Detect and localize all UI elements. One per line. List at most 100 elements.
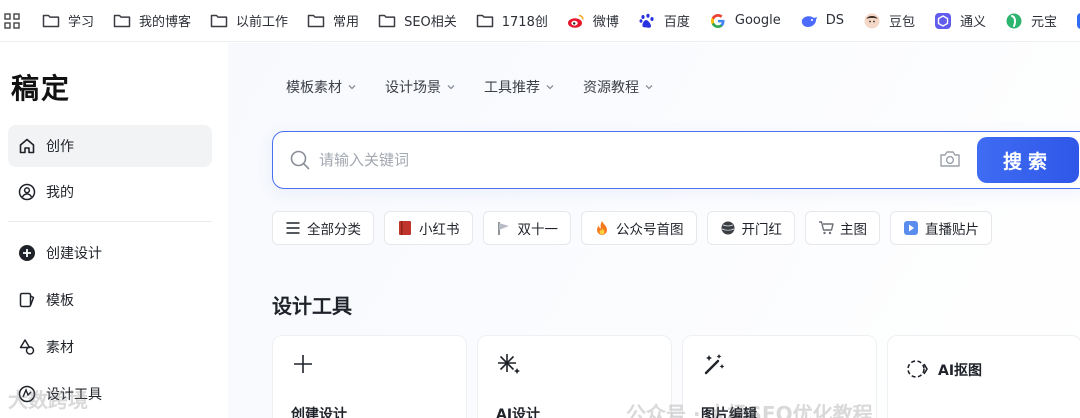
folder-icon bbox=[210, 12, 228, 30]
bookmark-label: 通义 bbox=[960, 15, 987, 30]
bookmark-label: 元宝 bbox=[1031, 15, 1058, 30]
folder-icon bbox=[378, 12, 396, 30]
sidebar-item-create-design[interactable]: 创建设计 bbox=[8, 232, 212, 274]
bookmark-item[interactable]: 百度 bbox=[628, 6, 699, 36]
search-input[interactable] bbox=[319, 147, 919, 173]
book-icon bbox=[397, 220, 413, 236]
camera-icon[interactable] bbox=[939, 149, 961, 173]
app-logo[interactable]: 稿定 bbox=[11, 67, 71, 107]
user-icon bbox=[18, 183, 36, 201]
search-icon bbox=[289, 149, 311, 175]
card-label: AI设计 bbox=[496, 407, 541, 418]
deepseek-icon bbox=[800, 12, 818, 30]
sidebar-item-label: 创建设计 bbox=[46, 246, 102, 262]
sidebar-item-label: 创作 bbox=[46, 139, 74, 155]
card-label: AI抠图 bbox=[938, 363, 983, 379]
bookmark-label: Google bbox=[734, 13, 781, 28]
doubao-icon bbox=[863, 12, 881, 30]
tag-opening-red[interactable]: 开门红 bbox=[706, 211, 795, 245]
tag-main-image[interactable]: 主图 bbox=[805, 211, 880, 245]
nav-label: 工具推荐 bbox=[484, 80, 540, 96]
sidebar-item-label: 模板 bbox=[46, 293, 74, 309]
cart-icon bbox=[818, 220, 834, 236]
bookmark-item[interactable]: 元宝 bbox=[995, 6, 1066, 36]
sidebar-item-label: 素材 bbox=[46, 340, 74, 356]
tag-label: 主图 bbox=[840, 222, 867, 238]
top-nav: 模板素材 设计场景 工具推荐 资源教程 bbox=[286, 77, 654, 97]
tag-wechat-cover[interactable]: 公众号首图 bbox=[581, 211, 697, 245]
magic-wand-icon bbox=[701, 352, 727, 382]
bookmark-item[interactable]: SEO相关 bbox=[368, 6, 466, 36]
plus-icon bbox=[291, 352, 315, 380]
tag-label: 公众号首图 bbox=[616, 222, 684, 238]
menu-icon bbox=[285, 220, 301, 236]
sidebar-item-create[interactable]: 创作 bbox=[8, 125, 212, 167]
fire-icon bbox=[594, 220, 610, 236]
sidebar-divider bbox=[8, 221, 212, 222]
tongyi-icon bbox=[934, 12, 952, 30]
plus-circle-icon bbox=[18, 244, 36, 262]
card-ai-cutout[interactable]: AI抠图 bbox=[887, 335, 1080, 418]
search-button[interactable]: 搜索 bbox=[977, 137, 1079, 183]
tag-xiaohongshu[interactable]: 小红书 bbox=[384, 211, 473, 245]
bookmark-item[interactable]: 以前工作 bbox=[200, 6, 297, 36]
tag-label: 直播贴片 bbox=[925, 222, 979, 238]
tag-label: 双十一 bbox=[517, 222, 559, 238]
bookmark-item[interactable]: 我的博客 bbox=[103, 6, 200, 36]
template-icon bbox=[18, 291, 36, 309]
bookmark-item[interactable]: 通义 bbox=[924, 6, 995, 36]
bookmark-item[interactable]: 豆包 bbox=[853, 6, 924, 36]
card-image-edit[interactable]: 图片编辑 bbox=[682, 335, 877, 418]
card-label: 创建设计 bbox=[291, 407, 347, 418]
play-icon bbox=[903, 220, 919, 236]
category-tags: 全部分类 小红书 双十一 公众号首图 开门红 主图 直播贴片 bbox=[272, 211, 992, 245]
tag-double-eleven[interactable]: 双十一 bbox=[482, 211, 571, 245]
chevron-down-icon bbox=[644, 82, 654, 92]
sidebar-item-materials[interactable]: 素材 bbox=[8, 326, 212, 368]
sidebar-item-design-tools[interactable]: 设计工具 bbox=[8, 373, 212, 415]
search-box: 搜索 bbox=[272, 131, 1080, 189]
nav-design-scenes[interactable]: 设计场景 bbox=[385, 77, 456, 97]
yuanbao-icon bbox=[1005, 12, 1023, 30]
google-icon bbox=[709, 12, 727, 30]
bookmark-item[interactable]: S511 bbox=[1066, 6, 1080, 36]
bookmark-label: 以前工作 bbox=[236, 15, 289, 30]
bookmark-label: 我的博客 bbox=[139, 15, 192, 30]
bookmark-item[interactable]: DS bbox=[790, 6, 853, 36]
cutout-icon bbox=[906, 358, 932, 384]
nav-tool-recommend[interactable]: 工具推荐 bbox=[484, 77, 555, 97]
bookmark-label: 百度 bbox=[663, 15, 690, 30]
tag-live-overlay[interactable]: 直播贴片 bbox=[890, 211, 992, 245]
bookmark-label: 常用 bbox=[333, 15, 360, 30]
bookmark-label: 1718创 bbox=[501, 15, 548, 30]
nav-templates-materials[interactable]: 模板素材 bbox=[286, 77, 357, 97]
folder-icon bbox=[307, 12, 325, 30]
bookmark-item[interactable]: Google bbox=[699, 6, 790, 36]
sidebar-item-label: 设计工具 bbox=[46, 387, 102, 403]
folder-icon bbox=[476, 12, 494, 30]
card-label: 图片编辑 bbox=[701, 407, 757, 418]
bookmark-item[interactable]: 微博 bbox=[557, 6, 628, 36]
section-title: 设计工具 bbox=[272, 294, 352, 318]
nav-label: 模板素材 bbox=[286, 80, 342, 96]
apps-grid-icon[interactable] bbox=[4, 6, 20, 36]
bookmark-label: DS bbox=[825, 13, 844, 28]
sidebar-item-template[interactable]: 模板 bbox=[8, 279, 212, 321]
bookmark-item[interactable]: 学习 bbox=[32, 6, 103, 36]
bookmark-item[interactable]: 常用 bbox=[297, 6, 368, 36]
card-ai-design[interactable]: AI设计 bbox=[477, 335, 672, 418]
tag-all-categories[interactable]: 全部分类 bbox=[272, 211, 374, 245]
sidebar-item-mine[interactable]: 我的 bbox=[8, 171, 212, 213]
nav-resource-tutorials[interactable]: 资源教程 bbox=[583, 77, 654, 97]
bookmark-label: 微博 bbox=[592, 15, 619, 30]
sidebar-item-label: 我的 bbox=[46, 185, 74, 201]
bookmark-item[interactable]: 1718创 bbox=[466, 6, 557, 36]
card-create-design[interactable]: 创建设计 bbox=[272, 335, 467, 418]
site-icon: S bbox=[1076, 12, 1080, 30]
sidebar: 稿定 创作 我的 创建设计 模板 素材 设计工具 bbox=[0, 43, 228, 418]
chevron-down-icon bbox=[347, 82, 357, 92]
baidu-icon bbox=[638, 12, 656, 30]
nav-label: 资源教程 bbox=[583, 80, 639, 96]
tools-icon bbox=[18, 385, 36, 403]
chevron-down-icon bbox=[446, 82, 456, 92]
